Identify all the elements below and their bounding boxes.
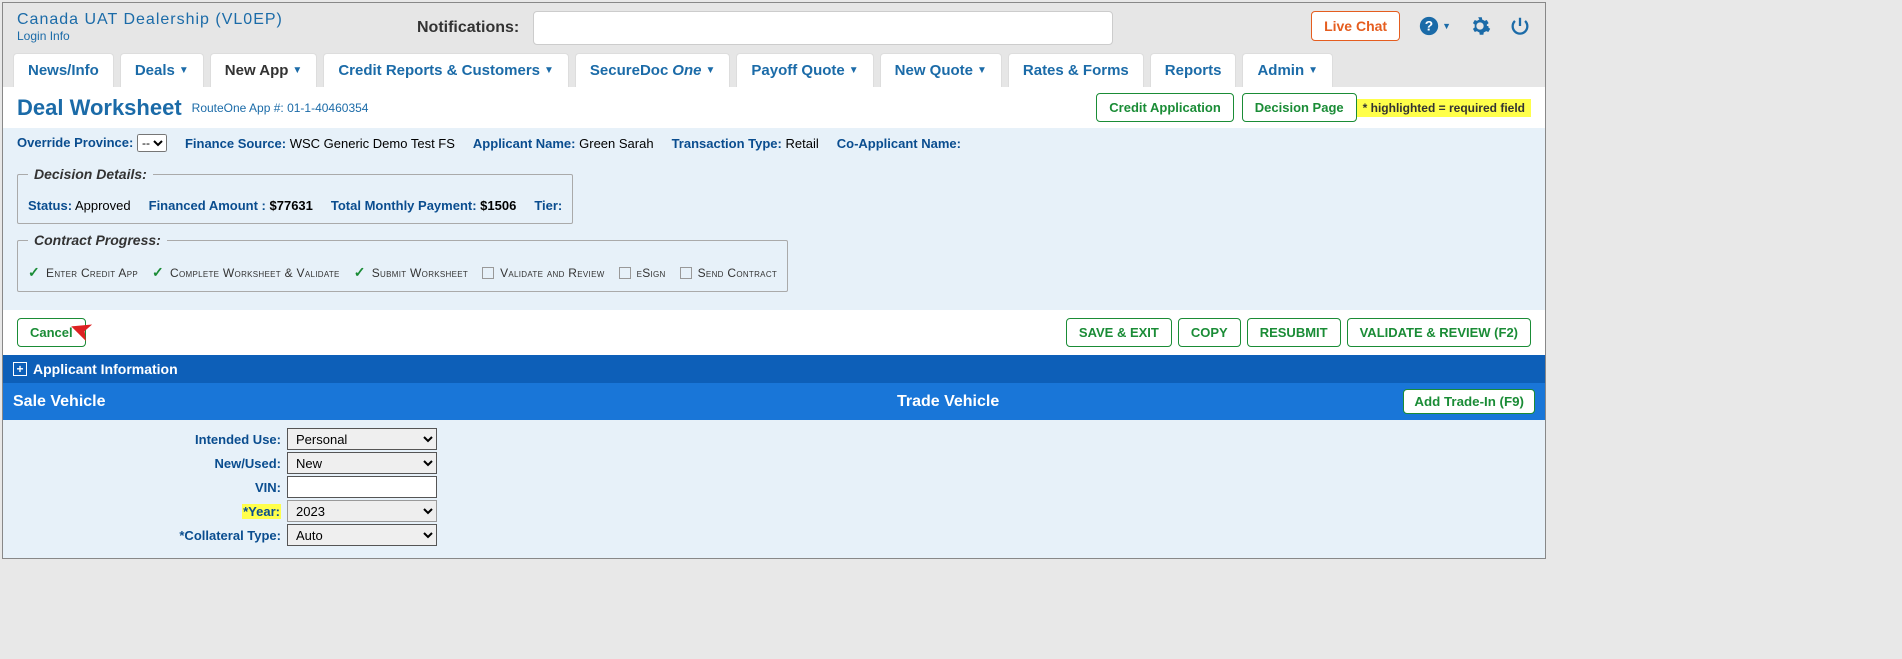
- tab-credit-reports-customers[interactable]: Credit Reports & Customers▼: [323, 53, 569, 87]
- check-icon: ✓: [152, 264, 164, 281]
- sale-vehicle-form: Intended Use: Personal New/Used: New VIN…: [3, 420, 1545, 558]
- page-title: Deal Worksheet: [17, 95, 182, 121]
- progress-step: ✓ Complete Worksheet & Validate: [152, 264, 340, 281]
- sale-vehicle-title: Sale Vehicle: [13, 393, 106, 411]
- chevron-down-icon: ▼: [1308, 65, 1318, 76]
- add-trade-in-button[interactable]: Add Trade-In (F9): [1403, 389, 1535, 414]
- tab-securedocone[interactable]: SecureDocOne▼: [575, 53, 730, 87]
- trade-vehicle-title: Trade Vehicle: [897, 393, 999, 411]
- save-exit-button[interactable]: SAVE & EXIT: [1066, 318, 1172, 347]
- chevron-down-icon: ▼: [977, 65, 987, 76]
- progress-step-label: Complete Worksheet & Validate: [170, 266, 340, 280]
- collateral-type-label: *Collateral Type:: [17, 528, 287, 543]
- tab-new-quote[interactable]: New Quote▼: [880, 53, 1002, 87]
- collateral-type-select[interactable]: Auto: [287, 524, 437, 546]
- new-used-label: New/Used:: [17, 456, 287, 471]
- progress-step: Send Contract: [680, 266, 777, 280]
- copy-button[interactable]: COPY: [1178, 318, 1241, 347]
- decision-details-fieldset: Decision Details: Status: Approved Finan…: [17, 166, 573, 224]
- power-icon[interactable]: [1509, 15, 1531, 37]
- tier-label: Tier:: [534, 198, 562, 213]
- financed-amount-value: $77631: [270, 198, 313, 213]
- tab-admin[interactable]: Admin▼: [1242, 53, 1333, 87]
- tab-new-app[interactable]: New App▼: [210, 53, 318, 87]
- dealer-name: Canada UAT Dealership (VL0EP): [17, 11, 397, 29]
- credit-application-button[interactable]: Credit Application: [1096, 93, 1233, 122]
- transaction-type-label: Transaction Type:: [672, 136, 782, 151]
- live-chat-button[interactable]: Live Chat: [1311, 11, 1400, 41]
- resubmit-button[interactable]: RESUBMIT: [1247, 318, 1341, 347]
- tab-news-info[interactable]: News/Info: [13, 53, 114, 87]
- new-used-select[interactable]: New: [287, 452, 437, 474]
- decision-page-button[interactable]: Decision Page: [1242, 93, 1357, 122]
- progress-step-label: Send Contract: [698, 266, 777, 280]
- override-province-label: Override Province:: [17, 135, 133, 150]
- chevron-down-icon: ▼: [544, 65, 554, 76]
- year-label: *Year:: [17, 504, 287, 519]
- progress-step: ✓ Submit Worksheet: [354, 264, 468, 281]
- contract-progress-fieldset: Contract Progress: ✓ Enter Credit App ✓ Com…: [17, 232, 788, 292]
- required-field-note: * highlighted = required field: [1357, 99, 1531, 117]
- chevron-down-icon: ▼: [705, 65, 715, 76]
- finance-source-value: WSC Generic Demo Test FS: [290, 136, 455, 151]
- transaction-type-value: Retail: [785, 136, 818, 151]
- svg-text:?: ?: [1425, 19, 1433, 34]
- checkbox-icon: [482, 267, 494, 279]
- tab-reports[interactable]: Reports: [1150, 53, 1237, 87]
- help-icon[interactable]: ? ▼: [1418, 15, 1451, 37]
- year-select[interactable]: 2023: [287, 500, 437, 522]
- chevron-down-icon: ▼: [292, 65, 302, 76]
- financed-amount-label: Financed Amount :: [149, 198, 266, 213]
- tab-rates-forms[interactable]: Rates & Forms: [1008, 53, 1144, 87]
- applicant-name-label: Applicant Name:: [473, 136, 576, 151]
- nav-tabs: News/InfoDeals▼New App▼Credit Reports & …: [3, 53, 1545, 87]
- vin-input[interactable]: [287, 476, 437, 498]
- progress-step-label: Submit Worksheet: [372, 266, 468, 280]
- validate-review-button[interactable]: VALIDATE & REVIEW (F2): [1347, 318, 1531, 347]
- cancel-button[interactable]: Cancel: [17, 318, 86, 347]
- chevron-down-icon: ▼: [849, 65, 859, 76]
- monthly-payment-value: $1506: [480, 198, 516, 213]
- vehicle-section-header: Sale Vehicle Trade Vehicle Add Trade-In …: [3, 383, 1545, 420]
- progress-step-label: eSign: [637, 266, 666, 280]
- chevron-down-icon: ▼: [179, 65, 189, 76]
- co-applicant-label: Co-Applicant Name:: [837, 136, 961, 151]
- check-icon: ✓: [354, 264, 366, 281]
- status-label: Status:: [28, 198, 72, 213]
- monthly-payment-label: Total Monthly Payment:: [331, 198, 477, 213]
- override-province-select[interactable]: --: [137, 134, 167, 152]
- status-value: Approved: [75, 198, 131, 213]
- vin-label: VIN:: [17, 480, 287, 495]
- progress-step-label: Enter Credit App: [46, 266, 138, 280]
- expand-icon[interactable]: +: [13, 362, 27, 376]
- applicant-name-value: Green Sarah: [579, 136, 653, 151]
- top-bar: Canada UAT Dealership (VL0EP) Login Info…: [3, 3, 1545, 53]
- notifications-label: Notifications:: [417, 19, 519, 37]
- notifications-box[interactable]: [533, 11, 1113, 45]
- progress-step: Validate and Review: [482, 266, 604, 280]
- checkbox-icon: [619, 267, 631, 279]
- decision-details-legend: Decision Details:: [28, 166, 153, 182]
- applicant-info-title: Applicant Information: [33, 361, 178, 377]
- finance-source-label: Finance Source:: [185, 136, 286, 151]
- progress-step-label: Validate and Review: [500, 266, 604, 280]
- app-number: RouteOne App #: 01-1-40460354: [192, 101, 369, 115]
- applicant-info-header: + Applicant Information: [3, 355, 1545, 383]
- check-icon: ✓: [28, 264, 40, 281]
- tab-deals[interactable]: Deals▼: [120, 53, 204, 87]
- intended-use-label: Intended Use:: [17, 432, 287, 447]
- login-info-link[interactable]: Login Info: [17, 29, 397, 43]
- deal-meta-row: Override Province: -- Finance Source: WS…: [3, 128, 1545, 158]
- intended-use-select[interactable]: Personal: [287, 428, 437, 450]
- tab-payoff-quote[interactable]: Payoff Quote▼: [736, 53, 873, 87]
- contract-progress-legend: Contract Progress:: [28, 232, 167, 248]
- checkbox-icon: [680, 267, 692, 279]
- progress-step: eSign: [619, 266, 666, 280]
- gear-icon[interactable]: [1469, 15, 1491, 37]
- progress-step: ✓ Enter Credit App: [28, 264, 138, 281]
